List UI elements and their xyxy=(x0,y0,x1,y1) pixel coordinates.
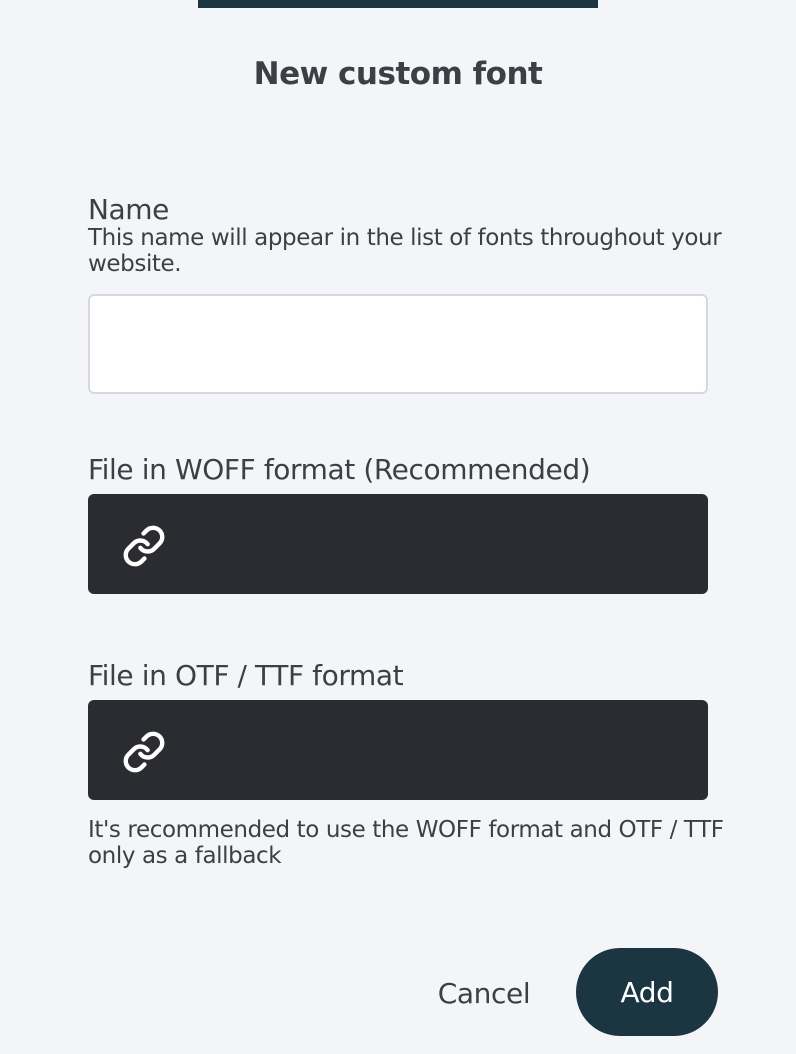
dialog-title: New custom font xyxy=(253,56,543,92)
name-help-text: This name will appear in the list of fon… xyxy=(88,225,722,277)
add-button[interactable]: Add xyxy=(576,948,718,1036)
name-label: Name xyxy=(88,193,170,226)
otf-ttf-file-field[interactable] xyxy=(88,700,708,800)
name-input[interactable] xyxy=(88,294,708,394)
otf-file-label: File in OTF / TTF format xyxy=(88,659,404,692)
format-help-text: It's recommended to use the WOFF format … xyxy=(88,817,724,869)
cancel-button[interactable]: Cancel xyxy=(420,962,548,1024)
link-icon xyxy=(123,731,165,773)
woff-file-field[interactable] xyxy=(88,494,708,594)
link-icon xyxy=(123,525,165,567)
header-bar xyxy=(198,0,598,8)
custom-font-dialog: New custom font Name This name will appe… xyxy=(0,0,796,1054)
woff-file-label: File in WOFF format (Recommended) xyxy=(88,453,591,486)
